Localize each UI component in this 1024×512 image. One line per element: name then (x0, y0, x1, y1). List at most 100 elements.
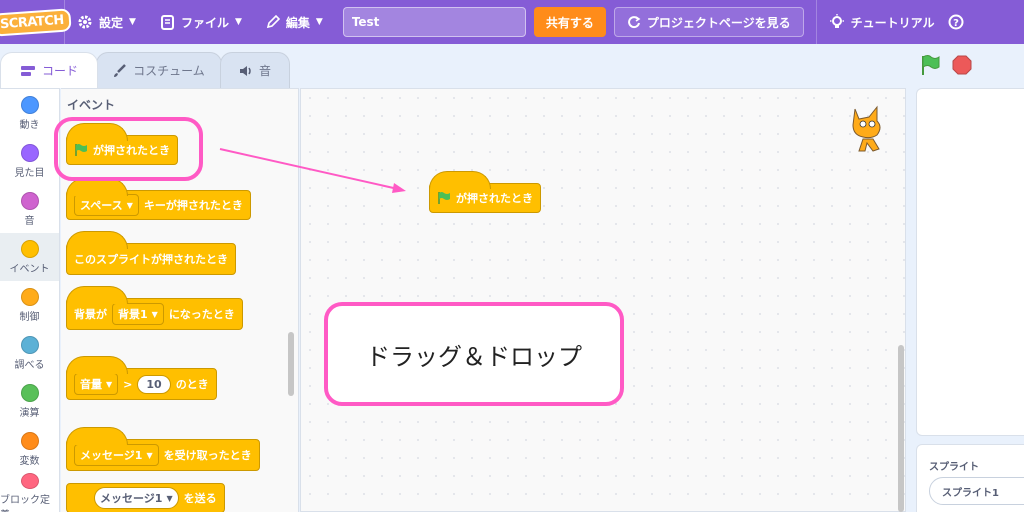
category-sound[interactable]: 音 (0, 185, 59, 233)
scratch-logo[interactable]: SCRATCH (0, 0, 72, 44)
share-button[interactable]: 共有する (533, 7, 606, 37)
category-looks[interactable]: 見た目 (0, 137, 59, 185)
script-area-scrollbar[interactable] (898, 345, 904, 512)
hat-cap (66, 427, 128, 445)
hat-cap (66, 231, 128, 249)
category-label: 演算 (19, 407, 40, 419)
block-label: のとき (175, 378, 209, 391)
tutorials-label: チュートリアル (850, 15, 935, 30)
see-project-page-label: プロジェクトページを見る (646, 15, 791, 30)
green-flag-icon[interactable] (920, 54, 940, 76)
category-dot (20, 431, 39, 450)
stage[interactable] (916, 88, 1024, 436)
block-when-key-pressed[interactable]: スペース ▼ キーが押されたとき (66, 178, 251, 220)
category-label: 動き (19, 119, 40, 131)
chevron-down-icon: ▼ (106, 379, 113, 389)
chevron-down-icon: ▼ (315, 17, 323, 27)
speaker-icon (239, 65, 251, 76)
chevron-down-icon: ▼ (234, 17, 242, 27)
category-variables[interactable]: 変数 (0, 425, 59, 473)
file-menu-label: ファイル (180, 15, 229, 30)
block-when-backdrop-switches[interactable]: 背景が 背景1 ▼ になったとき (66, 286, 243, 330)
paintbrush-icon (114, 63, 127, 77)
category-dot (20, 287, 39, 306)
scratch-logo-text: SCRATCH (0, 7, 72, 37)
backdrop-dropdown[interactable]: 背景1 ▼ (112, 303, 164, 325)
menu-bar: SCRATCH 設定 ▼ ファイル ▼ 編集 ▼ 共有する プロジェクトページを… (0, 0, 1024, 44)
chevron-down-icon: ▼ (146, 450, 153, 460)
cat-sprite-icon (852, 105, 881, 152)
message-dropdown-value: メッセージ1 (80, 449, 143, 462)
stop-icon[interactable] (952, 55, 972, 75)
tab-costumes-label: コスチューム (133, 64, 205, 78)
category-my-blocks[interactable]: ブロック定義 (0, 473, 59, 512)
key-dropdown-value: スペース (80, 199, 123, 212)
category-menu: 動き 見た目 音 イベント 制御 調べる 演算 変数 ブロック定義 (0, 88, 60, 512)
refresh-icon (627, 16, 641, 29)
hat-cap (66, 286, 128, 304)
edit-menu[interactable]: 編集 ▼ (254, 0, 335, 44)
category-dot (20, 383, 39, 402)
block-label: になったとき (168, 308, 235, 321)
sprite-name-input[interactable]: スプライト1 (929, 477, 1024, 505)
help-button[interactable]: ? (946, 0, 964, 44)
key-dropdown[interactable]: スペース ▼ (74, 194, 139, 216)
block-broadcast[interactable]: メッセージ1 ▼ を送る (66, 483, 225, 512)
project-title-input[interactable] (342, 7, 526, 37)
broadcast-dropdown[interactable]: メッセージ1 ▼ (94, 487, 179, 509)
lightbulb-icon (829, 14, 844, 28)
edit-menu-label: 編集 (285, 15, 310, 30)
editor-tabs: コード コスチューム 音 (0, 44, 300, 88)
chevron-down-icon: ▼ (126, 200, 133, 210)
category-dot (20, 95, 39, 114)
category-label: 制御 (19, 311, 40, 323)
chevron-down-icon: ▼ (129, 17, 136, 27)
gear-icon (78, 15, 92, 29)
block-when-greater-than[interactable]: 音量 ▼ > 10 のとき (66, 356, 217, 400)
stage-controls (920, 54, 972, 76)
script-block-when-flag-clicked[interactable]: が押されたとき (429, 171, 541, 213)
highlight-ring (54, 117, 203, 181)
file-menu[interactable]: ファイル ▼ (148, 0, 254, 44)
block-label: このスプライトが押されたとき (74, 253, 228, 266)
pencil-icon (266, 15, 280, 29)
tab-code-label: コード (41, 64, 78, 78)
block-label: が押されたとき (456, 192, 533, 205)
hat-cap (429, 171, 491, 189)
hat-cap (66, 356, 128, 374)
palette-scrollbar[interactable] (288, 332, 294, 396)
category-control[interactable]: 制御 (0, 281, 59, 329)
block-when-i-receive[interactable]: メッセージ1 ▼ を受け取ったとき (66, 427, 260, 471)
category-label: 変数 (19, 455, 40, 467)
tab-costumes[interactable]: コスチューム (96, 52, 222, 88)
green-flag-icon (438, 192, 450, 204)
block-label: キーが押されたとき (143, 199, 243, 212)
script-area[interactable]: が押されたとき (300, 88, 906, 512)
category-operators[interactable]: 演算 (0, 377, 59, 425)
tutorials-button[interactable]: チュートリアル (817, 0, 947, 44)
category-label: 音 (24, 215, 35, 227)
tab-code[interactable]: コード (0, 52, 98, 88)
category-label: 調べる (14, 359, 45, 371)
sprite-label: スプライト (929, 462, 979, 473)
category-dot (20, 239, 39, 258)
category-label: イベント (9, 263, 50, 275)
category-motion[interactable]: 動き (0, 89, 59, 137)
broadcast-dropdown-value: メッセージ1 (100, 492, 163, 505)
see-project-page-button[interactable]: プロジェクトページを見る (613, 7, 804, 37)
settings-menu-label: 設定 (99, 15, 124, 30)
sensor-dropdown[interactable]: 音量 ▼ (74, 373, 119, 395)
message-dropdown[interactable]: メッセージ1 ▼ (74, 444, 159, 466)
backdrop-dropdown-value: 背景1 (118, 308, 148, 321)
category-dot (20, 335, 39, 354)
category-label: 見た目 (14, 167, 45, 179)
block-label: を受け取ったとき (163, 449, 252, 462)
sensor-dropdown-value: 音量 (80, 378, 102, 391)
code-blocks-icon (20, 65, 35, 76)
tab-sounds[interactable]: 音 (220, 52, 290, 88)
category-events[interactable]: イベント (0, 233, 59, 281)
threshold-input[interactable]: 10 (137, 374, 171, 394)
settings-menu[interactable]: 設定 ▼ (65, 0, 148, 44)
block-when-sprite-clicked[interactable]: このスプライトが押されたとき (66, 231, 236, 275)
category-sensing[interactable]: 調べる (0, 329, 59, 377)
